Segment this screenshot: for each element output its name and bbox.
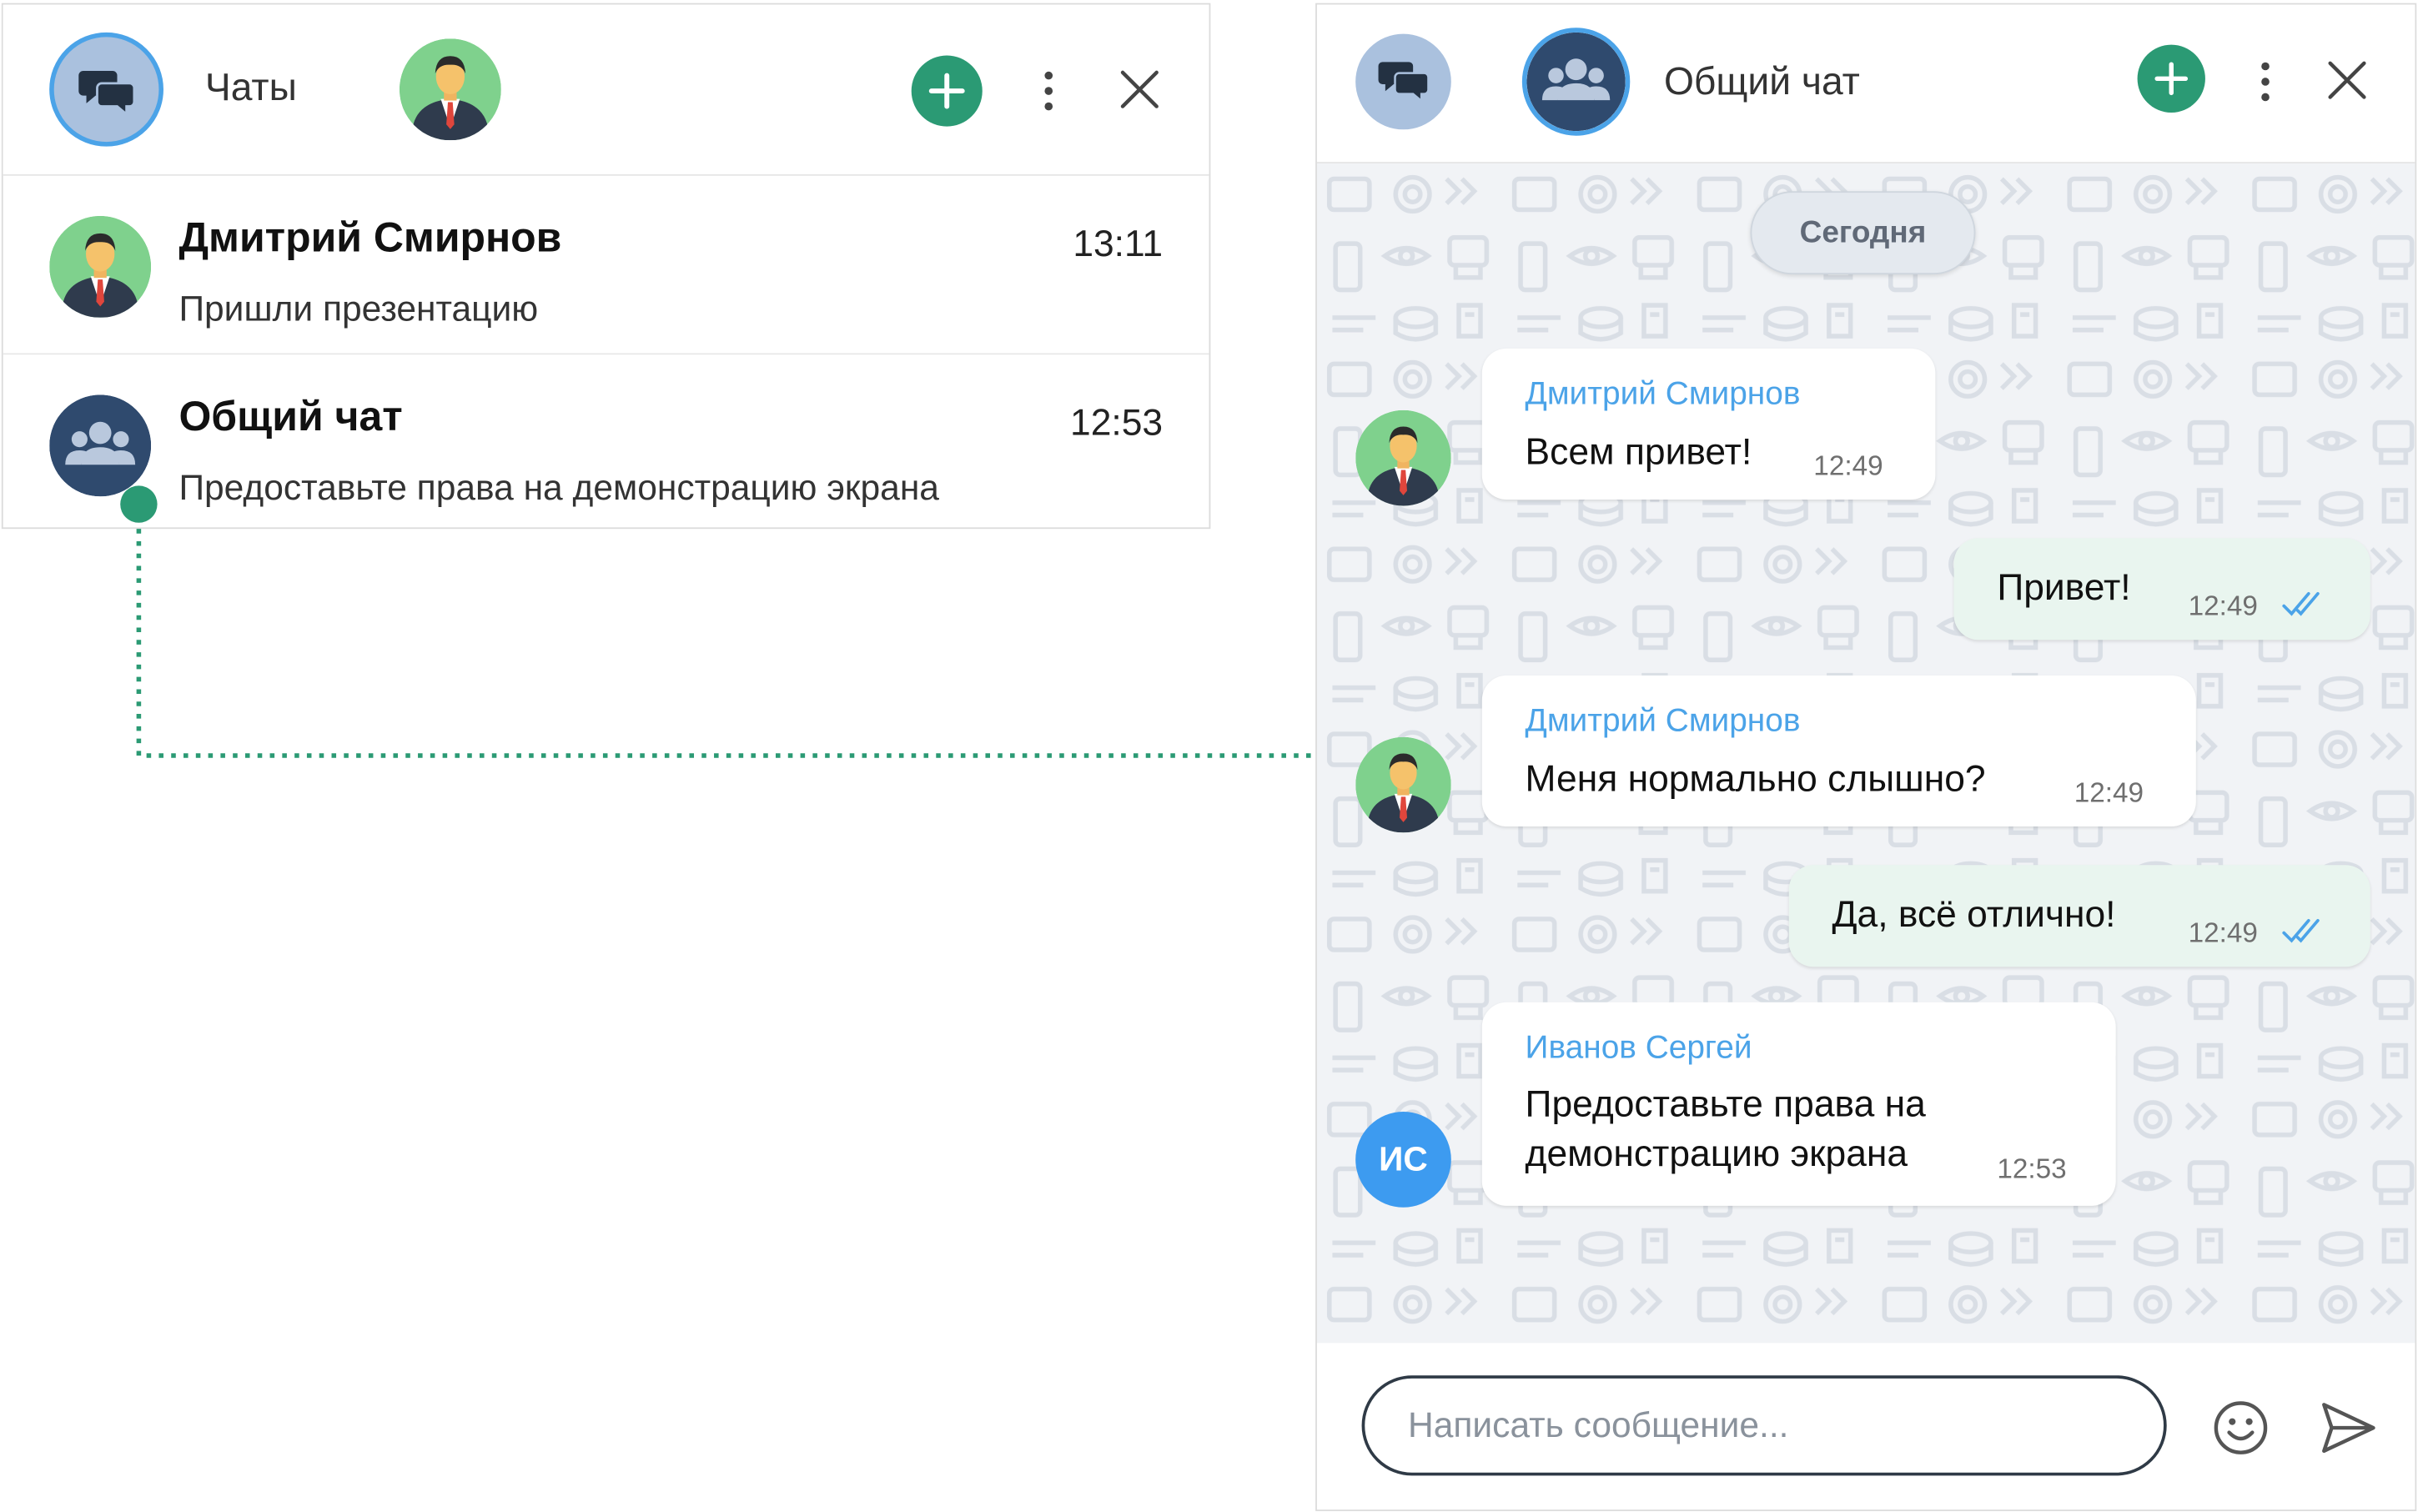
chat-menu-button[interactable] <box>2245 54 2285 110</box>
double-check-icon <box>2282 591 2320 616</box>
list-close-button[interactable] <box>1113 63 1166 116</box>
close-icon <box>2328 61 2366 99</box>
message-bubble: Дмитрий Смирнов Всем привет! 12:49 <box>1481 348 1936 500</box>
chat-list-item[interactable]: Дмитрий Смирнов 13:11 Пришли презентацию <box>3 178 1209 355</box>
message-sender: Иванов Сергей <box>1525 1030 1752 1066</box>
chat-close-button[interactable] <box>2321 54 2374 107</box>
sender-avatar <box>1355 410 1451 506</box>
sender-avatar <box>1355 737 1451 833</box>
current-user-avatar[interactable] <box>400 38 501 140</box>
group-avatar <box>49 394 151 496</box>
group-people-icon <box>49 394 151 496</box>
chat-window: Общий чат Сегодня Дмитрий Смирнов Всем п… <box>1315 3 2417 1511</box>
message-bubble: Иванов Сергей Предоставьте права на демо… <box>1481 1002 2116 1206</box>
group-avatar <box>1521 28 1631 136</box>
chat-list-item[interactable]: Общий чат 12:53 Предоставьте права на де… <box>3 356 1209 534</box>
close-icon <box>1120 70 1159 108</box>
more-vertical-icon <box>2261 62 2270 102</box>
chat-header: Общий чат <box>1316 4 2415 163</box>
message-bubble-outgoing: Привет! 12:49 <box>1953 538 2370 640</box>
send-icon <box>2322 1403 2375 1454</box>
message-text: Всем привет! <box>1525 431 1752 474</box>
list-menu-button[interactable] <box>1028 63 1068 119</box>
message-time: 12:49 <box>1813 450 1883 481</box>
message-text: Да, всё отлично! <box>1832 894 2116 937</box>
double-check-icon <box>2282 918 2320 943</box>
send-button[interactable] <box>2316 1395 2381 1460</box>
chat-title: Общий чат <box>1663 60 1860 103</box>
message-sender: Дмитрий Смирнов <box>1525 703 1801 739</box>
message-text: демонстрацию экрана <box>1525 1133 1908 1175</box>
emoji-button[interactable] <box>2209 1395 2274 1460</box>
message-time: 12:49 <box>2188 917 2258 949</box>
message-time: 12:49 <box>2074 776 2144 808</box>
avatar-initials: ИС <box>1379 1139 1428 1178</box>
add-member-button[interactable] <box>2137 44 2205 113</box>
message-time: 12:49 <box>2188 590 2258 622</box>
message-time: 12:53 <box>1997 1153 2067 1184</box>
more-vertical-icon <box>1044 71 1053 111</box>
message-area[interactable]: Сегодня Дмитрий Смирнов Всем привет! 12:… <box>1316 163 2415 1344</box>
contact-avatar <box>49 216 151 318</box>
message-text: Привет! <box>1997 567 2131 610</box>
chat-preview: Предоставьте права на демонстрацию экран… <box>178 467 939 508</box>
sender-avatar: ИС <box>1355 1112 1451 1208</box>
chat-name: Дмитрий Смирнов <box>178 213 562 261</box>
plus-icon <box>928 73 965 109</box>
new-chat-button[interactable] <box>911 55 983 127</box>
chats-logo-icon[interactable] <box>1355 33 1451 130</box>
message-input[interactable] <box>1361 1375 2167 1476</box>
chats-logo-icon[interactable] <box>49 32 163 147</box>
message-bubble-outgoing: Да, всё отлично! 12:49 <box>1788 865 2370 967</box>
chat-time: 13:11 <box>1073 224 1164 266</box>
chat-name: Общий чат <box>178 393 403 440</box>
chat-time: 12:53 <box>1070 402 1164 445</box>
group-people-icon <box>1526 33 1625 131</box>
message-text: Предоставьте права на <box>1525 1083 1926 1126</box>
message-sender: Дмитрий Смирнов <box>1525 376 1801 412</box>
chat-preview: Пришли презентацию <box>178 288 539 329</box>
plus-icon <box>2154 62 2189 96</box>
chat-list-panel: Чаты Дмитрий Смирнов 13:11 Пришли презен… <box>1 3 1211 530</box>
chat-list-header: Чаты <box>3 4 1209 176</box>
date-separator: Сегодня <box>1750 191 1976 275</box>
message-bubble: Дмитрий Смирнов Меня нормально слышно? 1… <box>1481 675 2196 827</box>
chat-list-title: Чаты <box>204 66 297 110</box>
smile-icon <box>2214 1401 2268 1454</box>
message-text: Меня нормально слышно? <box>1525 758 1986 801</box>
composer <box>1316 1343 2415 1510</box>
